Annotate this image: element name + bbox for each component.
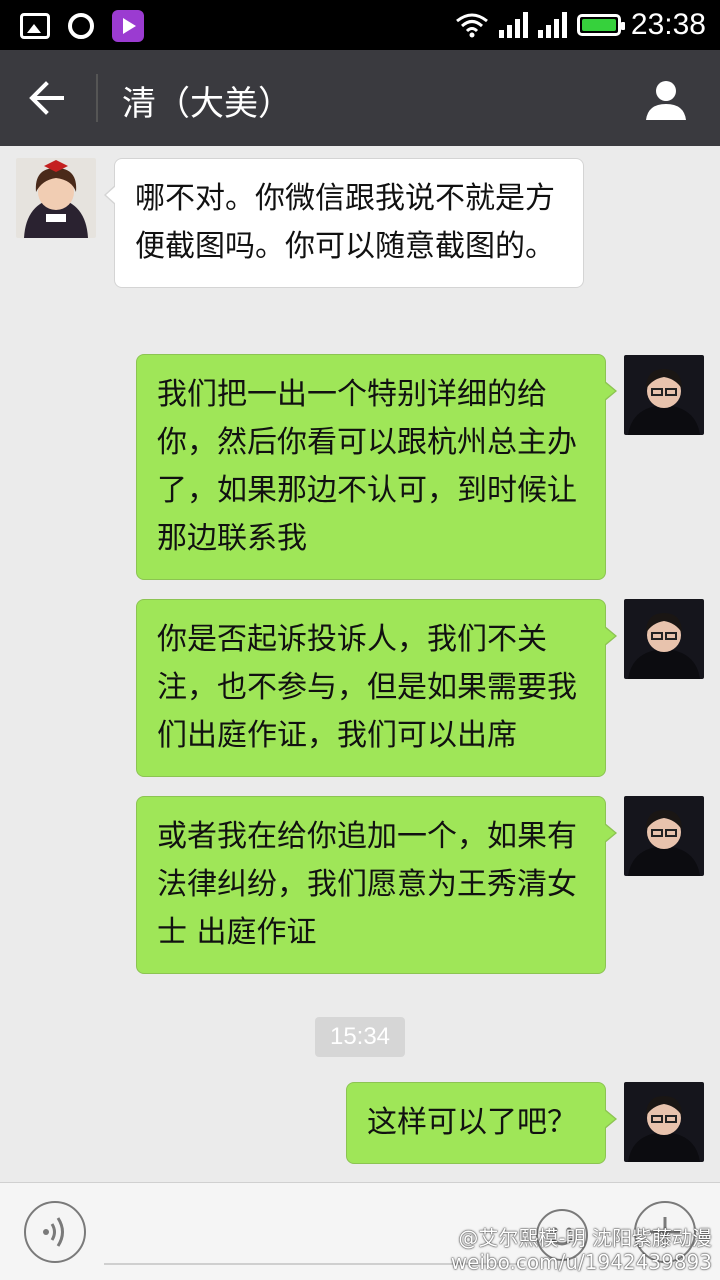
my-avatar[interactable]: [624, 355, 704, 435]
status-time: 23:38: [630, 8, 706, 41]
message-text: 或者我在给你追加一个，如果有法律纠纷，我们愿意为王秀清女士 出庭作证: [157, 819, 577, 950]
gallery-icon: [20, 13, 50, 39]
weibo-watermark: @艾尔熙模-明 沈阳紫藤动漫 weibo.com/u/1942439893: [451, 1226, 712, 1274]
my-avatar[interactable]: [624, 599, 704, 679]
my-avatar[interactable]: [624, 1082, 704, 1162]
status-right-icons: 23:38: [455, 6, 706, 44]
chat-header: 清（大美）: [0, 50, 720, 146]
status-left-icons: [20, 10, 144, 42]
watermark-line2: weibo.com/u/1942439893: [450, 1250, 712, 1274]
voice-button[interactable]: [24, 1201, 86, 1263]
chat-title: 清（大美）: [122, 84, 292, 124]
back-arrow-icon: [29, 81, 64, 115]
message-text: 你是否起诉投诉人，我们不关注，也不参与，但是如果需要我们出庭作证，我们可以出席: [157, 622, 577, 753]
wifi-icon: [455, 13, 488, 38]
my-avatar[interactable]: [624, 796, 704, 876]
watermark-line1: @艾尔熙模-明 沈阳紫藤动漫: [458, 1226, 712, 1250]
message-bubble-outgoing[interactable]: 或者我在给你追加一个，如果有法律纠纷，我们愿意为王秀清女士 出庭作证: [136, 796, 617, 974]
contact-avatar[interactable]: [16, 158, 96, 238]
video-app-icon: [112, 10, 144, 42]
person-icon: [646, 81, 686, 120]
header-divider: [96, 74, 98, 122]
battery-icon: [576, 14, 625, 36]
input-bar: @艾尔熙模-明 沈阳紫藤动漫 weibo.com/u/1942439893: [0, 1182, 720, 1280]
message-bubble-incoming[interactable]: 哪不对。你微信跟我说不就是方便截图吗。你可以随意截图的。: [104, 158, 584, 288]
message-list[interactable]: 哪不对。你微信跟我说不就是方便截图吗。你可以随意截图的。 我们把一出一个特别详细…: [0, 146, 720, 1182]
message-bubble-outgoing[interactable]: 我们把一出一个特别详细的给你，然后你看可以跟杭州总主办了，如果那边不认可，到时候…: [136, 354, 617, 580]
status-bar: 23:38: [0, 0, 720, 50]
contact-profile-button[interactable]: [642, 76, 690, 124]
message-bubble-outgoing[interactable]: 你是否起诉投诉人，我们不关注，也不参与，但是如果需要我们出庭作证，我们可以出席: [136, 599, 617, 777]
back-button[interactable]: [22, 74, 76, 122]
voice-icon: [43, 1217, 64, 1247]
chat-icon: [68, 13, 94, 39]
message-text: 哪不对。你微信跟我说不就是方便截图吗。你可以随意截图的。: [135, 181, 555, 264]
signal-icon: [498, 12, 528, 38]
message-text: 这样可以了吧？: [367, 1105, 577, 1140]
message-timestamp: 15:34: [315, 1017, 405, 1057]
message-bubble-outgoing[interactable]: 这样可以了吧？: [346, 1082, 617, 1164]
message-text: 我们把一出一个特别详细的给你，然后你看可以跟杭州总主办了，如果那边不认可，到时候…: [157, 377, 577, 556]
signal-icon: [537, 12, 567, 38]
